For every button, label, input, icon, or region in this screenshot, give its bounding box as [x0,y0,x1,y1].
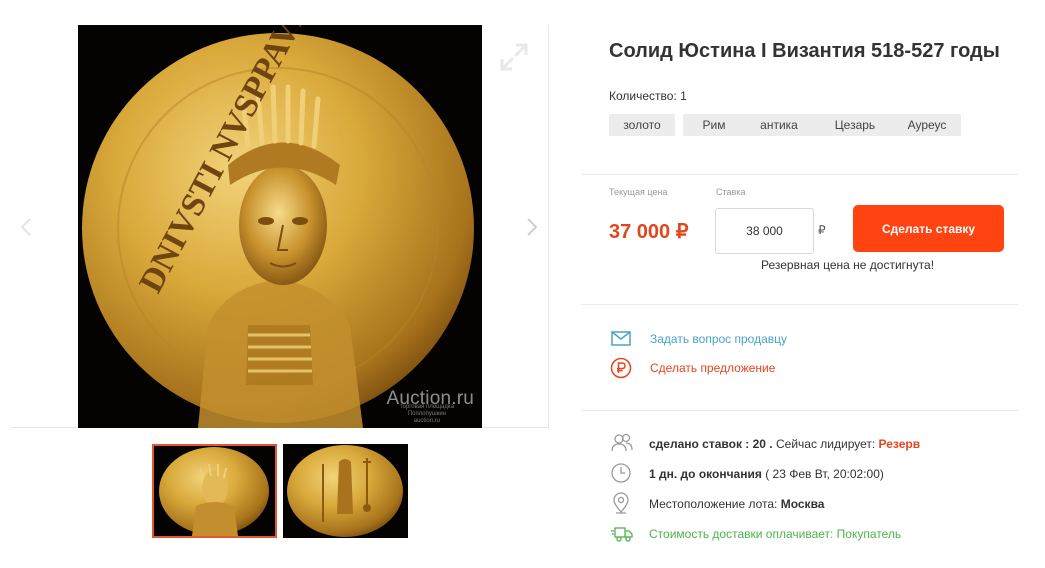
coin-obverse-image: DNIVSTI NVSPPAVI [78,25,482,428]
gallery-prev-button[interactable] [16,215,36,239]
shipping-text: Стоимость доставки оплачивает: Покупател… [649,527,902,541]
thumbnail-obverse[interactable] [152,444,277,538]
current-price: 37 000 ₽ [609,221,689,243]
divider [581,304,1018,305]
reserve-notice: Резервная цена не достигнута! [761,258,935,272]
main-lot-image[interactable]: DNIVSTI NVSPPAVI Auction.ru торговая пло… [78,25,482,428]
bids-leader[interactable]: Резерв [879,437,921,451]
tag-gold[interactable]: золото [609,114,675,136]
ruble-circle-icon [610,357,632,379]
gallery-next-button[interactable] [522,215,542,239]
end-time: ( 23 Фев Вт, 20:02:00) [761,467,884,481]
lot-title: Солид Юстина I Византия 518-527 годы [609,40,1000,62]
location-info-text: Местоположение лота: Москва [649,497,824,511]
users-icon [611,433,633,452]
divider [581,410,1018,411]
coin-reverse-thumbnail [283,444,408,538]
tag-rome[interactable]: Рим [683,114,745,136]
ask-seller-label: Задать вопрос продавцу [650,332,788,346]
bid-input[interactable] [715,208,814,254]
bids-count: сделано ставок : 20 . [649,437,773,451]
place-bid-button[interactable]: Сделать ставку [853,205,1004,252]
tag-caesar[interactable]: Цезарь [816,114,894,136]
expand-image-button[interactable] [497,40,531,74]
location-pin-icon [613,492,629,514]
bid-currency-icon: ₽ [818,223,826,237]
coin-obverse-thumbnail [154,446,275,536]
envelope-icon [611,331,631,346]
make-offer-label: Сделать предложение [650,361,776,375]
location-value: Москва [780,497,825,511]
bids-leader-prefix: Сейчас лидирует: [772,437,879,451]
tag-aureus[interactable]: Ауреус [893,114,961,136]
clock-icon [611,463,631,483]
expand-icon [500,43,528,71]
chevron-right-icon [527,218,538,236]
time-left: 1 дн. до окончания [649,467,762,481]
current-price-label: Текущая цена [609,187,668,197]
bids-info-text: сделано ставок : 20 . Сейчас лидирует: Р… [649,437,920,451]
location-prefix: Местоположение лота: [649,497,781,511]
thumbnail-reverse[interactable] [283,444,408,538]
chevron-left-icon [20,218,31,236]
image-gallery: DNIVSTI NVSPPAVI Auction.ru торговая пло… [10,25,549,428]
watermark-subtitle: торговая площадка Поплопушкин auction.ru [399,404,454,424]
tag-antique[interactable]: антика [741,114,817,136]
truck-icon [611,527,633,542]
bid-label: Ставка [716,187,746,197]
divider [581,174,1018,175]
quantity-label: Количество: 1 [609,89,687,103]
time-info-text: 1 дн. до окончания ( 23 Фев Вт, 20:02:00… [649,467,884,481]
